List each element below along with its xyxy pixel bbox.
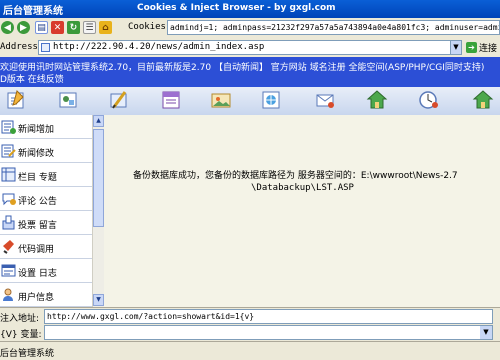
house-icon[interactable]: [472, 89, 494, 111]
toolbar: ◀ ▶ ▤ ✕ ↻ ☰ ⌂ Cookies: admindj=1; adminp…: [0, 18, 500, 40]
clock-icon[interactable]: [418, 89, 440, 111]
back-icon[interactable]: ◀: [1, 21, 14, 34]
go-arrow-icon: ➔: [466, 42, 477, 53]
sidebar-item-user[interactable]: 用户信息: [0, 283, 92, 307]
sidebar-item-code[interactable]: 代码调用: [0, 235, 92, 259]
go-button[interactable]: ➔ 连接: [466, 40, 500, 55]
variable-bar: {V} 变量: ▼: [0, 324, 500, 341]
sidebar-item-label: 投票 留言: [18, 221, 57, 231]
scroll-up-icon[interactable]: ▲: [93, 115, 104, 127]
stop-icon[interactable]: ✕: [51, 21, 64, 34]
cookies-input[interactable]: admindj=1; adminpass=21232f297a57a5a7438…: [167, 20, 500, 35]
address-bar: Address: http://222.90.4.20/news/admin_i…: [0, 39, 500, 58]
status-bar: 后台管理系统: [0, 341, 500, 360]
window-title: 后台管理系统: [3, 6, 63, 17]
go-label: 连接: [479, 44, 498, 54]
address-url: http://222.90.4.20/news/admin_index.asp: [53, 42, 265, 52]
scroll-thumb[interactable]: [93, 129, 104, 227]
news-add-icon: [1, 120, 16, 134]
notepad-icon[interactable]: [5, 89, 27, 111]
user-icon: [3, 288, 13, 301]
news-edit-icon: [1, 144, 16, 158]
inject-input[interactable]: http://www.gxgl.com/?action=showart&id=1…: [44, 309, 493, 324]
history-icon[interactable]: ☰: [83, 21, 96, 34]
sidebar: 新闻增加 新闻修改 栏目 专题 评论 公告 投票 留言 代码调用 设置 日志 用…: [0, 115, 92, 307]
sidebar-item-news-add[interactable]: 新闻增加: [0, 115, 92, 139]
photo-icon[interactable]: [210, 89, 232, 111]
address-input[interactable]: http://222.90.4.20/news/admin_index.asp: [38, 40, 456, 55]
house-icon[interactable]: [366, 89, 388, 111]
sidebar-item-label: 新闻修改: [18, 149, 55, 159]
inject-bar: 注入地址: http://www.gxgl.com/?action=showar…: [0, 307, 500, 325]
icon-toolbar: [0, 87, 500, 116]
vote-icon: [2, 215, 15, 230]
inject-label: 注入地址:: [0, 314, 40, 324]
sidebar-item-label: 栏目 专题: [18, 173, 57, 183]
variable-label: {V} 变量:: [0, 330, 42, 340]
sidebar-item-news-edit[interactable]: 新闻修改: [0, 139, 92, 163]
page-icon: [41, 43, 50, 52]
page-icon[interactable]: ▤: [35, 21, 48, 34]
home-icon[interactable]: ⌂: [99, 21, 112, 34]
title-bar: 后台管理系统 Cookies & Inject Browser - by gxg…: [0, 0, 500, 18]
sidebar-item-label: 代码调用: [18, 245, 55, 255]
image-icon[interactable]: [57, 89, 79, 111]
sidebar-item-settings[interactable]: 设置 日志: [0, 259, 92, 283]
site-menu-bar: 欢迎使用讯时网站管理系统2.70，目前最新版是2.70 【自动新闻】 官方网站 …: [0, 57, 500, 87]
cookies-label: Cookies:: [128, 22, 172, 32]
code-icon: [3, 240, 14, 254]
sidebar-item-label: 用户信息: [18, 293, 55, 303]
sidebar-item-column[interactable]: 栏目 专题: [0, 163, 92, 187]
menu-line-2[interactable]: D版本 在线反馈: [0, 72, 64, 85]
sidebar-item-vote[interactable]: 投票 留言: [0, 211, 92, 235]
backup-message-line1: 备份数据库成功，您备份的数据库路径为 服务器空间的：E:\wwwroot\New…: [133, 171, 458, 181]
settings-icon: [1, 264, 16, 277]
sidebar-item-label: 设置 日志: [18, 269, 57, 279]
sidebar-scrollbar[interactable]: ▲ ▼: [92, 115, 104, 307]
variable-select[interactable]: ▼: [44, 325, 493, 340]
chevron-down-icon[interactable]: ▼: [480, 326, 492, 339]
status-text: 后台管理系统: [0, 349, 55, 359]
sidebar-item-label: 新闻增加: [18, 125, 55, 135]
menu-line-1[interactable]: 欢迎使用讯时网站管理系统2.70，目前最新版是2.70 【自动新闻】 官方网站 …: [0, 60, 484, 73]
brush-icon[interactable]: [108, 89, 130, 111]
web-icon[interactable]: [260, 89, 282, 111]
sidebar-item-comment[interactable]: 评论 公告: [0, 187, 92, 211]
main-content: 备份数据库成功，您备份的数据库路径为 服务器空间的：E:\wwwroot\New…: [104, 115, 500, 307]
mail-icon[interactable]: [314, 89, 336, 111]
address-dropdown-icon[interactable]: ▼: [450, 40, 462, 55]
scroll-down-icon[interactable]: ▼: [93, 294, 104, 306]
comment-icon: [2, 193, 16, 206]
calendar-icon[interactable]: [160, 89, 182, 111]
column-icon: [1, 167, 16, 182]
address-label: Address:: [0, 42, 44, 52]
backup-message-line2: \Databackup\LST.ASP: [251, 183, 354, 193]
forward-icon[interactable]: ▶: [17, 21, 30, 34]
refresh-icon[interactable]: ↻: [67, 21, 80, 34]
window-subtitle: Cookies & Inject Browser - by gxgl.com: [137, 3, 336, 13]
sidebar-item-label: 评论 公告: [18, 197, 57, 207]
